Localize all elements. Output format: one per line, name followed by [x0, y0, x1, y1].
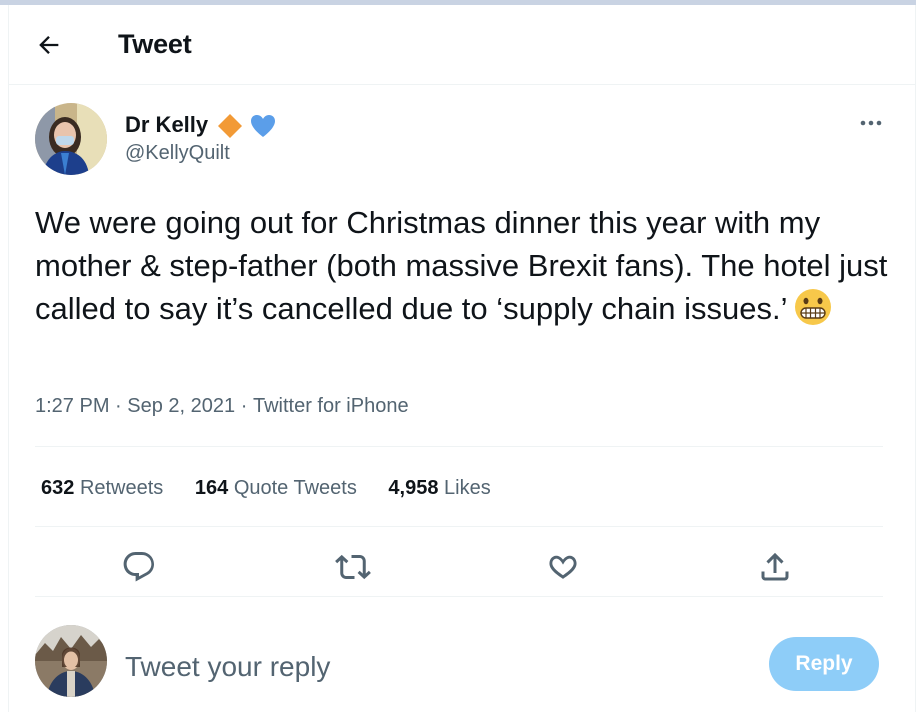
- retweets-stat[interactable]: 632 Retweets: [41, 477, 163, 500]
- more-dots-icon: [860, 120, 882, 126]
- quote-tweets-stat[interactable]: 164 Quote Tweets: [195, 477, 357, 500]
- tweet-time[interactable]: 1:27 PM: [35, 395, 109, 418]
- orange-diamond-icon: [218, 114, 242, 138]
- retweet-icon: [335, 554, 371, 580]
- meta-separator: ·: [240, 395, 248, 417]
- meta-separator: ·: [115, 395, 122, 417]
- tweet-date[interactable]: Sep 2, 2021: [127, 395, 235, 418]
- tweet-body: We were going out for Christmas dinner t…: [35, 205, 888, 326]
- more-options-button[interactable]: [857, 113, 885, 133]
- tweet-metadata: 1:27 PM · Sep 2, 2021 · Twitter for iPho…: [35, 395, 409, 418]
- quote-tweets-label: Quote Tweets: [233, 477, 357, 499]
- reply-input[interactable]: [125, 645, 745, 689]
- likes-label: Likes: [444, 477, 491, 499]
- divider: [35, 596, 883, 597]
- reply-submit-button[interactable]: Reply: [769, 637, 879, 691]
- page-title: Tweet: [118, 29, 192, 59]
- divider: [35, 446, 883, 447]
- retweet-button[interactable]: [335, 549, 371, 585]
- tweet-stats: 632 Retweets 164 Quote Tweets 4,958 Like…: [41, 477, 517, 500]
- likes-stat[interactable]: 4,958 Likes: [388, 477, 490, 500]
- author-handle[interactable]: @KellyQuilt: [125, 142, 230, 165]
- reply-icon: [123, 552, 154, 582]
- divider: [35, 526, 883, 527]
- author-avatar[interactable]: [35, 103, 107, 175]
- author-display-name[interactable]: Dr Kelly: [125, 112, 208, 138]
- share-button[interactable]: [757, 549, 793, 585]
- user-avatar[interactable]: [35, 625, 107, 697]
- retweets-count: 632: [41, 477, 75, 499]
- grimacing-face-icon: [795, 289, 832, 325]
- retweets-label: Retweets: [79, 477, 164, 499]
- like-icon: [549, 555, 577, 579]
- share-icon: [761, 552, 789, 581]
- like-button[interactable]: [545, 549, 581, 585]
- tweet-source[interactable]: Twitter for iPhone: [253, 395, 409, 418]
- blue-heart-icon: [251, 115, 275, 137]
- tweet-text: We were going out for Christmas dinner t…: [35, 201, 895, 330]
- back-button[interactable]: [35, 31, 63, 59]
- tweet-page: Tweet Dr Kelly @KellyQuilt We were going…: [8, 5, 916, 712]
- arrow-left-icon: [39, 36, 59, 54]
- quote-tweets-count: 164: [194, 477, 229, 499]
- likes-count: 4,958: [388, 477, 439, 499]
- reply-button[interactable]: [121, 549, 157, 585]
- page-header: Tweet: [9, 5, 915, 85]
